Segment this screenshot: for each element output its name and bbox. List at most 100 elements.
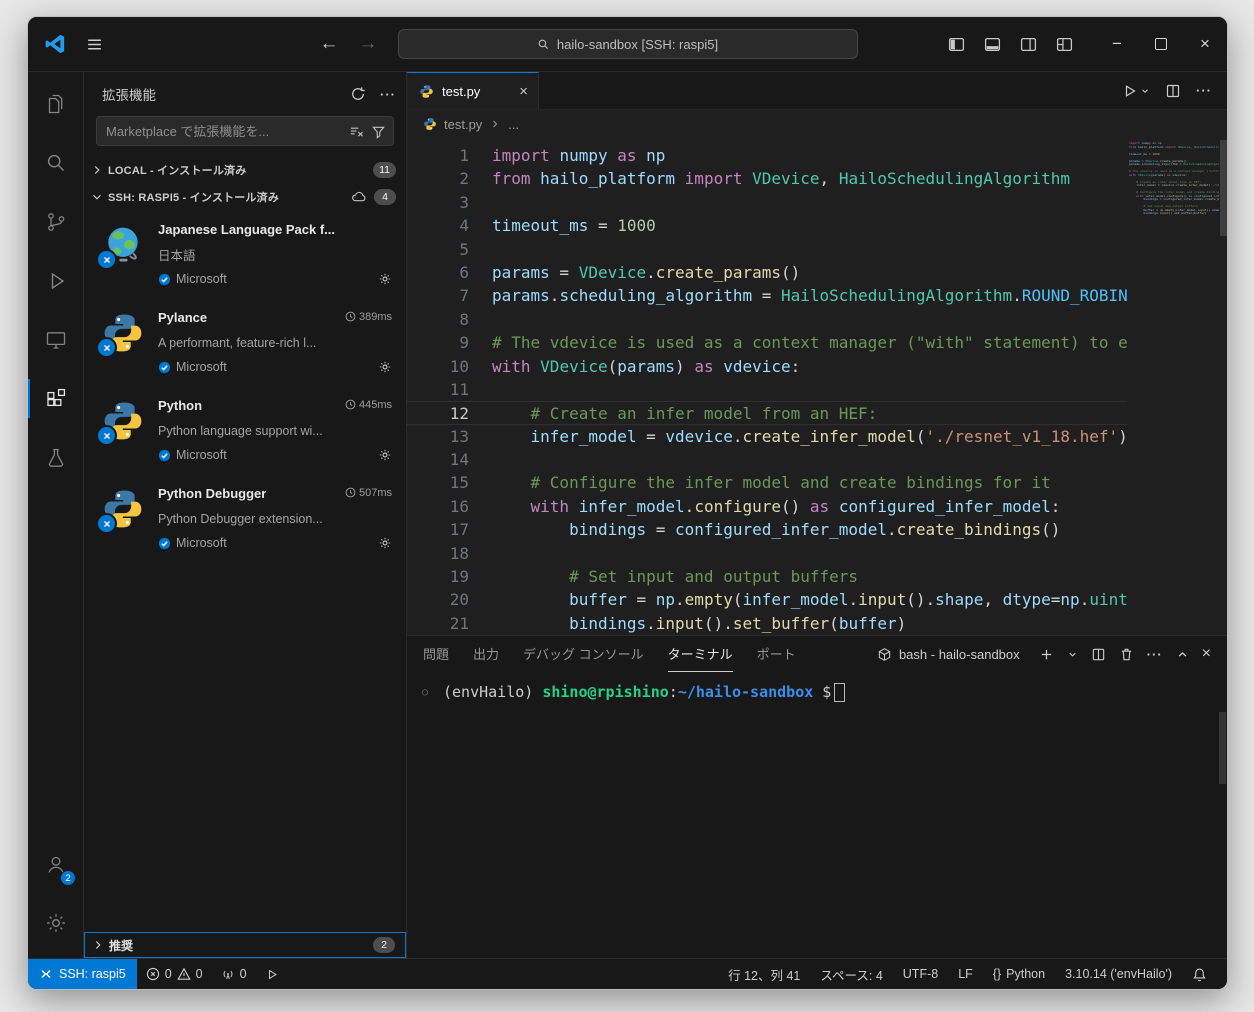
indentation[interactable]: スペース: 4 xyxy=(810,965,892,984)
breadcrumb-symbol[interactable]: ... xyxy=(508,117,519,132)
settings-gear-icon[interactable] xyxy=(28,893,83,952)
code-line[interactable]: 11 xyxy=(407,378,1127,401)
close-button[interactable]: × xyxy=(1183,17,1227,71)
vscode-logo-icon[interactable] xyxy=(44,33,66,55)
panel-tab-terminal[interactable]: ターミナル xyxy=(668,636,733,672)
tab-test-py[interactable]: test.py × xyxy=(407,72,539,109)
code-line[interactable]: 9# The vdevice is used as a context mana… xyxy=(407,331,1127,354)
accounts-icon[interactable]: 2 xyxy=(28,834,83,893)
manage-extension-gear-icon[interactable] xyxy=(378,272,392,286)
manage-extension-gear-icon[interactable] xyxy=(378,448,392,462)
section-ssh[interactable]: SSH: RASPI5 - インストール済み 4 xyxy=(84,183,406,210)
code-editor[interactable]: 1import numpy as np2from hailo_platform … xyxy=(407,138,1227,635)
navigate-forward-icon[interactable]: → xyxy=(359,33,378,55)
extensions-view-icon[interactable] xyxy=(28,369,83,428)
code-line[interactable]: 3 xyxy=(407,191,1127,214)
code-line[interactable]: 5 xyxy=(407,238,1127,261)
recommended-section[interactable]: 推奨 2 xyxy=(84,932,406,958)
eol-sequence[interactable]: LF xyxy=(948,967,983,981)
tab-close-icon[interactable]: × xyxy=(519,83,528,100)
terminal-dropdown-icon[interactable] xyxy=(1067,649,1078,660)
code-line[interactable]: 12 # Create an infer model from an HEF: xyxy=(407,401,1127,424)
editor-more-actions-icon[interactable]: ··· xyxy=(1196,84,1212,97)
refresh-icon[interactable] xyxy=(350,86,366,102)
remote-indicator[interactable]: SSH: raspi5 xyxy=(28,959,137,989)
code-line[interactable]: 6params = VDevice.create_params() xyxy=(407,261,1127,284)
extensions-search-input[interactable] xyxy=(104,123,343,140)
filter-icon[interactable] xyxy=(371,124,386,139)
maximize-panel-icon[interactable] xyxy=(1176,648,1189,661)
code-line[interactable]: 10with VDevice(params) as vdevice: xyxy=(407,355,1127,378)
code-line[interactable]: 8 xyxy=(407,308,1127,331)
minimize-button[interactable]: − xyxy=(1095,17,1139,71)
python-interpreter[interactable]: 3.10.14 ('envHailo') xyxy=(1055,967,1182,981)
explorer-icon[interactable] xyxy=(28,74,83,133)
more-actions-icon[interactable]: ··· xyxy=(380,88,396,101)
code-line[interactable]: 14 xyxy=(407,448,1127,471)
minimap[interactable]: import numpy as npfrom hailo_platform im… xyxy=(1129,138,1219,635)
notifications-bell-icon[interactable] xyxy=(1182,967,1217,982)
python-file-icon xyxy=(423,117,437,131)
toggle-secondary-sidebar-icon[interactable] xyxy=(1020,36,1037,53)
navigate-back-icon[interactable]: ← xyxy=(320,33,339,55)
code-line[interactable]: 19 # Set input and output buffers xyxy=(407,565,1127,588)
panel-scrollbar[interactable] xyxy=(1219,712,1226,784)
maximize-button[interactable] xyxy=(1139,17,1183,71)
panel-more-actions-icon[interactable]: ··· xyxy=(1147,648,1163,661)
split-editor-icon[interactable] xyxy=(1165,83,1181,99)
clear-search-icon[interactable] xyxy=(349,124,364,139)
extension-list-item[interactable]: Japanese Language Pack f... 日本語 Microsof… xyxy=(84,210,406,298)
debug-icon xyxy=(265,968,278,981)
code-line[interactable]: 4timeout_ms = 1000 xyxy=(407,214,1127,237)
ports-status[interactable]: 0 xyxy=(212,967,256,981)
editor-scrollbar[interactable] xyxy=(1220,140,1227,236)
panel-tab-debug-console[interactable]: デバッグ コンソール xyxy=(523,636,644,672)
command-center-search[interactable]: hailo-sandbox [SSH: raspi5] xyxy=(398,29,858,59)
extension-list-item[interactable]: Python Debugger 507ms Python Debugger ex… xyxy=(84,474,406,562)
verified-publisher-icon xyxy=(158,449,171,462)
code-line[interactable]: 1import numpy as np xyxy=(407,144,1127,167)
testing-icon[interactable] xyxy=(28,428,83,487)
panel-tab-ports[interactable]: ポート xyxy=(757,636,796,672)
customize-layout-icon[interactable] xyxy=(1056,36,1073,53)
section-local[interactable]: LOCAL - インストール済み 11 xyxy=(84,156,406,183)
cursor-position[interactable]: 行 12、列 41 xyxy=(718,965,810,984)
extensions-search-box[interactable] xyxy=(96,116,394,146)
source-control-icon[interactable] xyxy=(28,192,83,251)
close-panel-icon[interactable]: × xyxy=(1202,645,1211,663)
code-line[interactable]: 7params.scheduling_algorithm = HailoSche… xyxy=(407,284,1127,307)
encoding[interactable]: UTF-8 xyxy=(893,967,948,981)
split-terminal-icon[interactable] xyxy=(1091,647,1106,662)
code-line[interactable]: 15 # Configure the infer model and creat… xyxy=(407,471,1127,494)
breadcrumb-file[interactable]: test.py xyxy=(444,117,482,132)
code-line[interactable]: 16 with infer_model.configure() as confi… xyxy=(407,495,1127,518)
search-view-icon[interactable] xyxy=(28,133,83,192)
remote-explorer-icon[interactable] xyxy=(28,310,83,369)
run-debug-icon[interactable] xyxy=(28,251,83,310)
manage-extension-gear-icon[interactable] xyxy=(378,536,392,550)
panel-tab-output[interactable]: 出力 xyxy=(473,636,499,672)
extension-description: Python language support wi... xyxy=(158,424,392,438)
panel-tab-problems[interactable]: 問題 xyxy=(423,636,449,672)
toggle-panel-icon[interactable] xyxy=(984,36,1001,53)
code-line[interactable]: 20 buffer = np.empty(infer_model.input()… xyxy=(407,588,1127,611)
problems-status[interactable]: 0 0 xyxy=(137,967,212,981)
run-python-file-button[interactable] xyxy=(1121,83,1150,99)
code-line[interactable]: 21 bindings.input().set_buffer(buffer) xyxy=(407,612,1127,635)
code-line[interactable]: 17 bindings = configured_infer_model.cre… xyxy=(407,518,1127,541)
extension-list-item[interactable]: Python 445ms Python language support wi.… xyxy=(84,386,406,474)
extension-list-item[interactable]: Pylance 389ms A performant, feature-rich… xyxy=(84,298,406,386)
run-status[interactable] xyxy=(256,968,287,981)
terminal-session[interactable]: bash - hailo-sandbox xyxy=(877,647,1020,662)
menu-icon[interactable] xyxy=(86,36,103,53)
terminal-view[interactable]: ○ (envHailo) shino@rpishino:~/hailo-sand… xyxy=(407,672,1227,958)
cloud-icon[interactable] xyxy=(351,189,366,204)
code-line[interactable]: 13 infer_model = vdevice.create_infer_mo… xyxy=(407,425,1127,448)
toggle-sidebar-icon[interactable] xyxy=(948,36,965,53)
kill-terminal-icon[interactable] xyxy=(1119,647,1134,662)
manage-extension-gear-icon[interactable] xyxy=(378,360,392,374)
new-terminal-icon[interactable] xyxy=(1039,647,1054,662)
language-mode[interactable]: {} Python xyxy=(983,967,1055,981)
code-line[interactable]: 2from hailo_platform import VDevice, Hai… xyxy=(407,167,1127,190)
code-line[interactable]: 18 xyxy=(407,542,1127,565)
